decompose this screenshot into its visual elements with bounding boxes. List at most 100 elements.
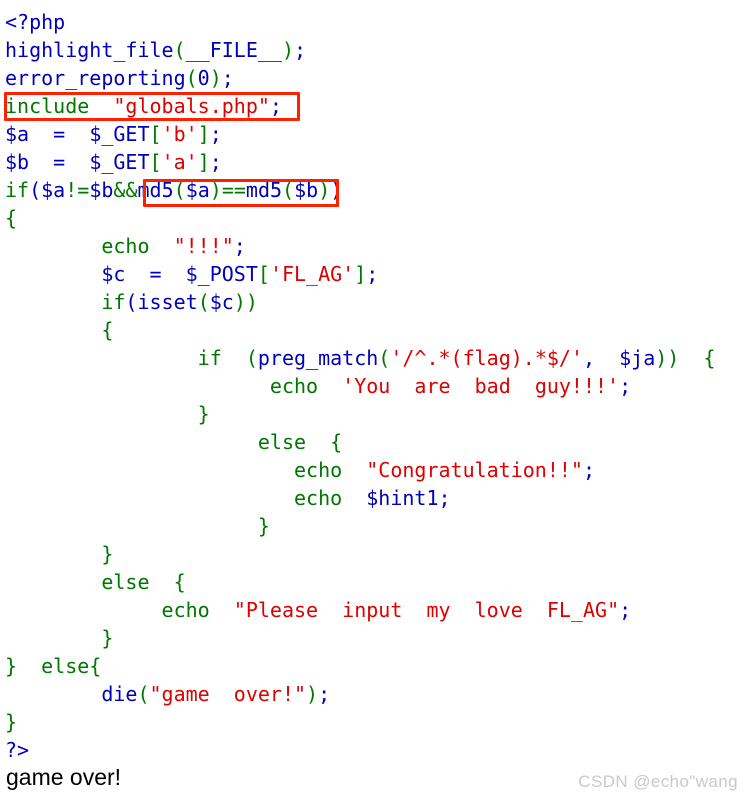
code-token: 'You are bad guy!!!' xyxy=(342,374,620,398)
code-token: highlight_file xyxy=(5,38,174,62)
code-line: echo "Congratulation!!"; xyxy=(5,456,746,484)
code-line: echo "Please input my love FL_AG"; xyxy=(5,596,746,624)
code-token: ] xyxy=(197,122,210,146)
code-token: "!!!" xyxy=(173,234,234,258)
code-token: else { xyxy=(101,570,186,594)
code-token: , xyxy=(583,346,620,370)
code-token: die xyxy=(101,682,138,706)
code-line: echo 'You are bad guy!!!'; xyxy=(5,372,746,400)
code-line: } else{ xyxy=(5,652,746,680)
code-token: ) xyxy=(209,66,222,90)
code-token: echo xyxy=(161,598,234,622)
code-token: echo xyxy=(293,486,367,510)
code-token: ; xyxy=(619,374,632,398)
code-line: if (preg_match('/^.*(flag).*$/', $ja)) { xyxy=(5,344,746,372)
code-token: 'FL_AG' xyxy=(269,262,355,286)
code-token: error_reporting xyxy=(5,66,186,90)
code-line: include "globals.php"; xyxy=(5,92,746,120)
code-token: ( xyxy=(125,290,138,314)
code-token: [ xyxy=(149,122,162,146)
code-token: $a xyxy=(185,178,210,202)
code-token: ( xyxy=(282,178,295,202)
code-token: = xyxy=(29,150,90,174)
code-token: ; xyxy=(221,66,234,90)
code-token: $a xyxy=(5,122,30,146)
code-token: $_GET xyxy=(89,150,150,174)
code-line: highlight_file(__FILE__); xyxy=(5,36,746,64)
code-token: $b xyxy=(89,178,114,202)
code-token: $hint1 xyxy=(366,486,439,510)
code-token: ) xyxy=(318,178,331,202)
code-token: [ xyxy=(149,150,162,174)
code-line: $b = $_GET['a']; xyxy=(5,148,746,176)
code-token: if xyxy=(5,178,30,202)
code-token: "Congratulation!!" xyxy=(366,458,583,482)
code-token: '/^.*(flag).*$/' xyxy=(390,346,583,370)
code-token: != xyxy=(65,178,90,202)
code-token: )) xyxy=(233,290,258,314)
code-token: echo xyxy=(269,374,343,398)
code-token: ; xyxy=(366,262,379,286)
code-line: <?php xyxy=(5,8,746,36)
code-token: ; xyxy=(209,122,222,146)
code-token: { xyxy=(5,206,18,230)
code-token: echo xyxy=(101,234,174,258)
code-line: ?> xyxy=(5,736,746,764)
code-token: ) xyxy=(306,682,319,706)
code-token: } xyxy=(101,626,114,650)
code-line: } xyxy=(5,540,746,568)
code-line: $c = $_POST['FL_AG']; xyxy=(5,260,746,288)
code-line: else { xyxy=(5,428,746,456)
code-line: { xyxy=(5,316,746,344)
code-line: } xyxy=(5,708,746,736)
code-token: } xyxy=(101,542,114,566)
code-token: if xyxy=(101,290,126,314)
code-token: ) xyxy=(209,178,222,202)
code-token: $c xyxy=(101,262,126,286)
code-line: { xyxy=(5,204,746,232)
code-token: $a xyxy=(41,178,66,202)
code-token: ; xyxy=(318,682,331,706)
code-token: ) xyxy=(281,38,294,62)
code-token: } xyxy=(5,710,18,734)
code-line: } xyxy=(5,512,746,540)
code-token: $_POST xyxy=(185,262,258,286)
code-token: } else{ xyxy=(5,654,102,678)
code-token: } xyxy=(197,402,210,426)
code-token: ( xyxy=(378,346,391,370)
code-line: } xyxy=(5,624,746,652)
code-token: ) xyxy=(330,178,343,202)
code-token: include xyxy=(5,94,114,118)
code-token: 'b' xyxy=(161,122,198,146)
code-token: __FILE__ xyxy=(185,38,282,62)
code-token: ] xyxy=(354,262,367,286)
code-token: = xyxy=(29,122,90,146)
code-token: isset xyxy=(137,290,198,314)
code-token: [ xyxy=(257,262,270,286)
code-token: )) { xyxy=(655,346,716,370)
code-token: ( xyxy=(137,682,150,706)
code-token: && xyxy=(113,178,138,202)
code-token: if ( xyxy=(197,346,258,370)
code-token: $ja xyxy=(619,346,656,370)
code-line: if($a!=$b&&md5($a)==md5($b)) xyxy=(5,176,746,204)
code-token: } xyxy=(257,514,270,538)
code-token: { xyxy=(101,318,114,342)
code-line: } xyxy=(5,400,746,428)
code-token: ( xyxy=(185,66,198,90)
code-token: else { xyxy=(257,430,343,454)
